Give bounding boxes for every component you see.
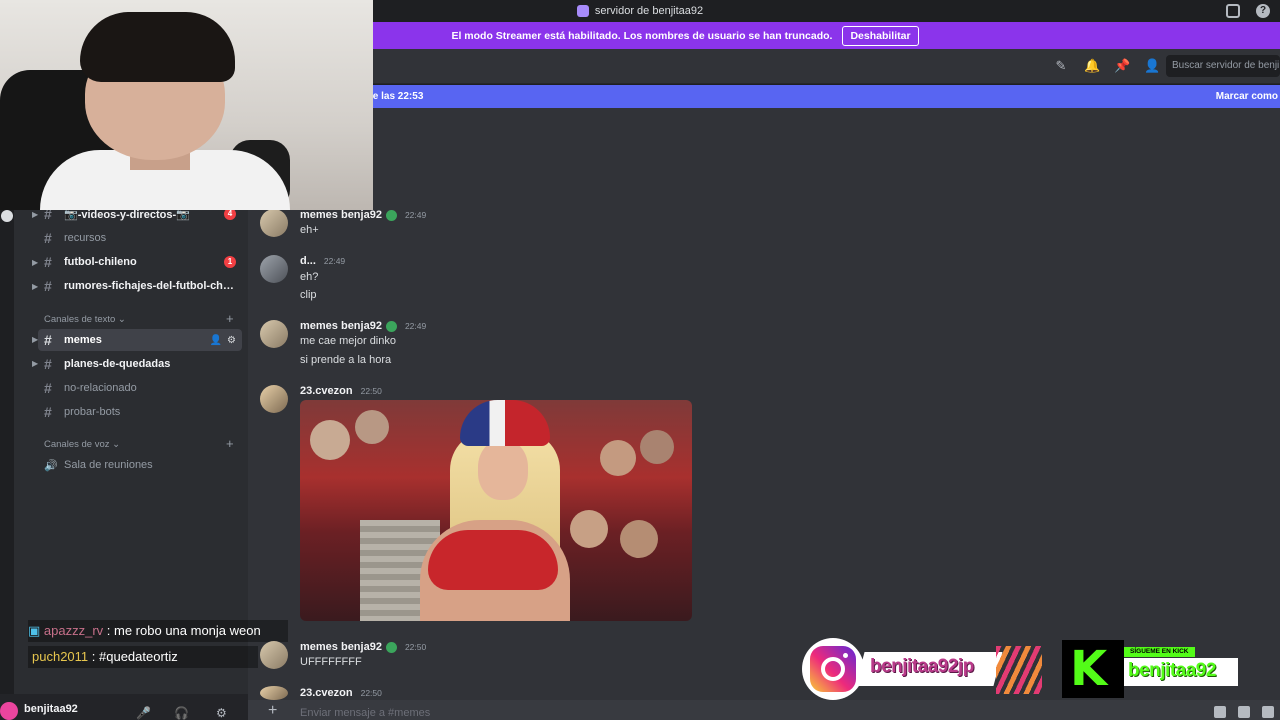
sticker-icon[interactable] bbox=[1262, 706, 1274, 718]
channel-actions: 👤 ⚙ bbox=[210, 335, 236, 346]
message-text: eh+ bbox=[300, 224, 319, 236]
category-text-channels[interactable]: Canales de texto ⌄ bbox=[44, 314, 126, 325]
image-attachment[interactable] bbox=[300, 400, 692, 621]
channel-no-relacionado[interactable]: # no-relacionado bbox=[38, 377, 242, 399]
avatar[interactable] bbox=[260, 641, 288, 669]
verified-icon bbox=[385, 320, 397, 332]
kick-tagline: SÍGUEME EN KICK bbox=[1124, 647, 1195, 657]
instagram-overlay: benjitaa92jp bbox=[802, 638, 1042, 700]
instagram-icon bbox=[810, 646, 856, 692]
crowd-figure bbox=[570, 510, 608, 548]
bell-icon[interactable]: 🔔 bbox=[1084, 59, 1100, 73]
user-panel: benjitaa92 🎤 🎧 ⚙ bbox=[0, 694, 248, 720]
crowd-figure bbox=[620, 520, 658, 558]
message-author[interactable]: d... 22:49 bbox=[300, 255, 345, 267]
twitch-icon: ▣ bbox=[28, 623, 41, 638]
message-author[interactable]: memes benja92 22:50 bbox=[300, 641, 426, 653]
help-icon[interactable]: ? bbox=[1256, 4, 1270, 18]
channel-rumores-fichajes[interactable]: # rumores-fichajes-del-futbol-chi... bbox=[38, 275, 242, 297]
message-author[interactable]: memes benja92 22:49 bbox=[300, 209, 426, 221]
voice-channel-sala-de-reuniones[interactable]: 🔊 Sala de reuniones bbox=[38, 454, 242, 476]
kick-icon: K bbox=[1070, 641, 1108, 697]
mute-icon[interactable]: 🎤 bbox=[136, 706, 151, 720]
search-input[interactable]: Buscar servidor de benji bbox=[1166, 55, 1280, 77]
verified-icon bbox=[385, 209, 397, 221]
avatar[interactable] bbox=[260, 255, 288, 283]
message-text: eh? bbox=[300, 271, 319, 283]
server-list bbox=[0, 200, 14, 694]
threads-icon[interactable]: ✎ bbox=[1054, 59, 1068, 73]
server-icon bbox=[576, 5, 589, 17]
message-author[interactable]: 23.cvezon 22:50 bbox=[300, 687, 382, 699]
message-input-bar[interactable]: + Enviar mensaje a #memes bbox=[248, 700, 1280, 720]
crowd-figure bbox=[310, 420, 350, 460]
message-text: me cae mejor dinko bbox=[300, 335, 396, 347]
headphones-icon[interactable]: 🎧 bbox=[174, 706, 189, 720]
crowd-figure bbox=[600, 440, 636, 476]
webcam-overlay bbox=[0, 0, 373, 210]
kick-logo-box: K bbox=[1062, 640, 1124, 698]
hash-icon: # bbox=[44, 230, 52, 246]
add-channel-icon[interactable]: + bbox=[226, 311, 234, 326]
gear-icon[interactable]: ⚙ bbox=[227, 335, 236, 346]
figure-top bbox=[428, 530, 558, 590]
channel-memes[interactable]: # memes 👤 ⚙ bbox=[38, 329, 242, 351]
window-title: servidor de benjitaa92 bbox=[594, 5, 704, 17]
channel-probar-bots[interactable]: # probar-bots bbox=[38, 401, 242, 423]
new-messages-since: le las 22:53 bbox=[370, 91, 424, 102]
channel-recursos[interactable]: # recursos bbox=[38, 227, 242, 249]
webcam-hair bbox=[80, 12, 235, 82]
kick-overlay: K SÍGUEME EN KICK benjitaa92 bbox=[1062, 640, 1242, 698]
message-text: UFFFFFFFF bbox=[300, 656, 362, 668]
category-voice-channels[interactable]: Canales de voz ⌄ bbox=[44, 439, 120, 450]
server-icon-small[interactable] bbox=[1, 210, 13, 222]
username: benjitaa92 bbox=[24, 703, 78, 715]
channel-header: ✎ 🔔 📌 👤 Buscar servidor de benji bbox=[248, 49, 1280, 84]
avatar[interactable] bbox=[260, 385, 288, 413]
stream-chat-line: puch2011 : #quedateortiz bbox=[32, 649, 178, 664]
instagram-badge bbox=[802, 638, 864, 700]
crowd-figure bbox=[640, 430, 674, 464]
invite-icon[interactable]: 👤 bbox=[210, 335, 222, 346]
figure-face bbox=[478, 440, 528, 500]
hash-icon: # bbox=[44, 404, 52, 420]
message-text: si prende a la hora bbox=[300, 354, 392, 366]
stream-chat-line: ▣ apazzz_rv : me robo una monja weon bbox=[28, 623, 261, 638]
mark-as-read-button[interactable]: Marcar como bbox=[1216, 91, 1278, 102]
figure-hat bbox=[460, 400, 550, 446]
avatar[interactable] bbox=[0, 702, 18, 720]
settings-gear-icon[interactable]: ⚙ bbox=[216, 706, 227, 720]
instagram-handle: benjitaa92jp bbox=[870, 656, 974, 677]
new-messages-bar[interactable]: le las 22:53 Marcar como bbox=[248, 85, 1280, 108]
inbox-icon[interactable] bbox=[1226, 4, 1240, 18]
message-author[interactable]: memes benja92 22:49 bbox=[300, 320, 426, 332]
channel-planes-de-quedadas[interactable]: # planes-de-quedadas bbox=[38, 353, 242, 375]
crowd-figure bbox=[355, 410, 389, 444]
hash-icon: # bbox=[44, 254, 52, 270]
unread-badge: 1 bbox=[224, 256, 236, 268]
message-author[interactable]: 23.cvezon 22:50 bbox=[300, 385, 382, 397]
channel-futbol-chileno[interactable]: # futbol-chileno 1 bbox=[38, 251, 242, 273]
avatar[interactable] bbox=[260, 320, 288, 348]
add-attachment-icon[interactable]: + bbox=[268, 702, 277, 720]
hash-icon: # bbox=[44, 278, 52, 294]
hash-icon: # bbox=[44, 380, 52, 396]
members-icon[interactable]: 👤 bbox=[1144, 59, 1160, 73]
verified-icon bbox=[385, 641, 397, 653]
pin-icon[interactable]: 📌 bbox=[1114, 59, 1130, 73]
avatar[interactable] bbox=[260, 209, 288, 237]
kick-handle: benjitaa92 bbox=[1128, 660, 1216, 681]
disable-streamer-button[interactable]: Deshabilitar bbox=[842, 25, 919, 46]
decorative-stripes bbox=[996, 646, 1042, 694]
gif-icon[interactable] bbox=[1238, 706, 1250, 718]
streamer-banner-text: El modo Streamer está habilitado. Los no… bbox=[451, 29, 833, 42]
speaker-icon: 🔊 bbox=[44, 459, 58, 472]
gift-icon[interactable] bbox=[1214, 706, 1226, 718]
message-input[interactable]: Enviar mensaje a #memes bbox=[300, 707, 430, 719]
hash-icon: # bbox=[44, 356, 52, 372]
message-text: clip bbox=[300, 289, 317, 301]
hash-icon: # bbox=[44, 332, 52, 348]
avatar[interactable] bbox=[260, 686, 288, 700]
add-voice-channel-icon[interactable]: + bbox=[226, 436, 234, 451]
